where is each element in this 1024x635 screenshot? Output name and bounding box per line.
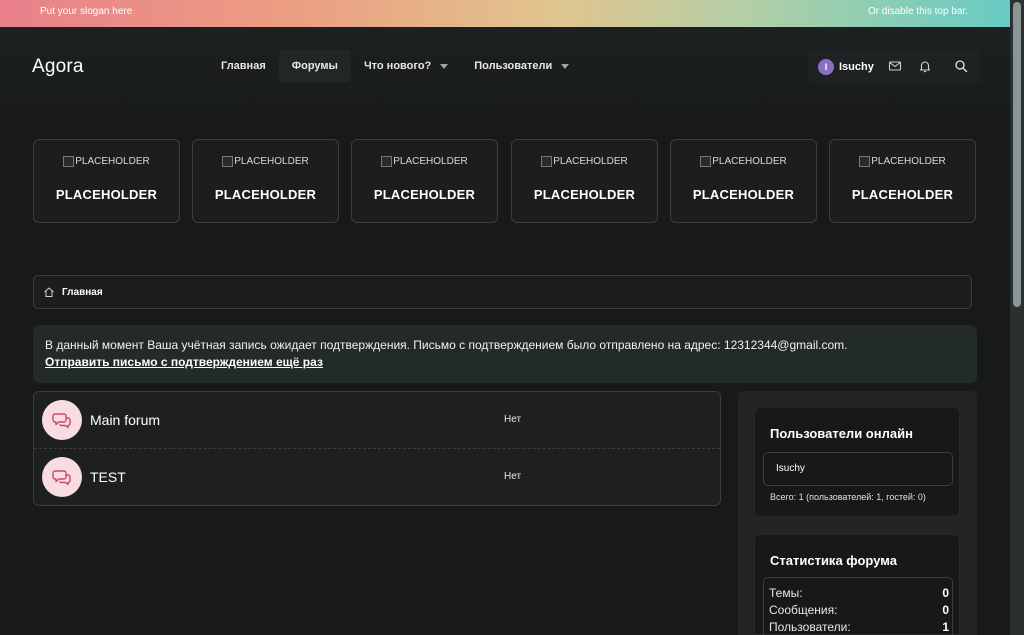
stat-label: Пользователи: <box>769 620 851 634</box>
scrollbar-thumb[interactable] <box>1013 2 1021 307</box>
nav-item-whats-new[interactable]: Что нового? <box>351 50 461 82</box>
stat-label: Темы: <box>769 586 803 600</box>
avatar[interactable]: I <box>818 58 834 75</box>
stat-value: 0 <box>942 586 949 600</box>
forum-list: Main forum Нет TEST Нет <box>33 391 721 506</box>
breadcrumb: Главная <box>33 275 972 309</box>
forum-title-link[interactable]: TEST <box>90 469 126 485</box>
nav-label: Пользователи <box>474 60 553 72</box>
broken-image-icon <box>63 156 75 167</box>
image-alt-text: PLACEHOLDER <box>234 156 309 167</box>
nav-label: Форумы <box>291 60 338 72</box>
chevron-down-icon[interactable] <box>561 63 570 69</box>
image-alt-text: PLACEHOLDER <box>712 156 787 167</box>
broken-image-icon <box>700 156 712 167</box>
broken-image-icon <box>381 156 393 167</box>
resend-confirmation-link[interactable]: Отправить письмо с подтверждением ещё ра… <box>45 354 965 371</box>
stat-row: Темы: 0 <box>769 586 949 600</box>
forum-latest: Нет <box>504 414 522 425</box>
site-header: Agora Главная Форумы Что нового? Пользов… <box>0 27 1010 112</box>
banner-card[interactable]: PLACEHOLDER PLACEHOLDER <box>829 139 976 223</box>
top-bar: Put your slogan here Or disable this top… <box>0 0 1010 27</box>
broken-image: PLACEHOLDER <box>193 156 338 167</box>
banner-card[interactable]: PLACEHOLDER PLACEHOLDER <box>192 139 339 223</box>
broken-image: PLACEHOLDER <box>34 156 179 167</box>
disable-topbar-text: Or disable this top bar. <box>867 6 968 17</box>
stat-label: Сообщения: <box>769 603 838 617</box>
broken-image: PLACEHOLDER <box>352 156 497 167</box>
user-toolbar: I Isuchy <box>808 50 980 83</box>
banner-title: PLACEHOLDER <box>692 187 795 202</box>
stat-value: 0 <box>942 603 949 617</box>
broken-image: PLACEHOLDER <box>671 156 816 167</box>
sidebar: Пользователи онлайн Isuchy Всего: 1 (пол… <box>738 391 977 635</box>
slogan-text: Put your slogan here <box>40 6 133 17</box>
nav-label: Главная <box>221 60 266 72</box>
nav-item-forums[interactable]: Форумы <box>278 50 351 82</box>
image-alt-text: PLACEHOLDER <box>393 156 468 167</box>
breadcrumb-home-link[interactable]: Главная <box>62 287 103 298</box>
chat-bubbles-icon <box>52 470 71 486</box>
forum-stats-block: Статистика форума Темы: 0 Сообщения: 0 П… <box>754 534 960 635</box>
broken-image-icon <box>222 156 234 167</box>
nav-label: Что нового? <box>363 60 432 72</box>
broken-image: PLACEHOLDER <box>512 156 657 167</box>
envelope-icon[interactable] <box>888 59 902 73</box>
forum-row: TEST Нет <box>34 449 720 506</box>
broken-image-icon <box>859 156 871 167</box>
confirmation-notice: В данный момент Ваша учётная запись ожид… <box>33 325 977 383</box>
banner-card[interactable]: PLACEHOLDER PLACEHOLDER <box>511 139 658 223</box>
banner-title: PLACEHOLDER <box>214 187 317 202</box>
site-logo[interactable]: Agora <box>32 56 84 78</box>
stat-row: Сообщения: 0 <box>769 603 949 617</box>
bell-icon[interactable] <box>918 59 932 73</box>
chevron-down-icon[interactable] <box>440 63 449 69</box>
broken-image-icon <box>541 156 553 167</box>
image-alt-text: PLACEHOLDER <box>871 156 946 167</box>
online-users-list: Isuchy <box>763 452 953 486</box>
stat-row: Пользователи: 1 <box>769 620 949 634</box>
image-alt-text: PLACEHOLDER <box>553 156 628 167</box>
forum-latest: Нет <box>504 471 522 482</box>
nav-item-home[interactable]: Главная <box>208 50 279 82</box>
online-total: Всего: 1 (пользователей: 1, гостей: 0) <box>770 492 926 502</box>
online-user-link[interactable]: Isuchy <box>776 463 805 474</box>
nav-item-members[interactable]: Пользователи <box>461 50 582 82</box>
search-icon[interactable] <box>954 59 968 73</box>
main-nav: Главная Форумы Что нового? Пользователи <box>208 49 582 83</box>
forum-title-link[interactable]: Main forum <box>90 412 160 428</box>
home-icon[interactable] <box>43 286 55 298</box>
banner-title: PLACEHOLDER <box>55 187 158 202</box>
banner-card[interactable]: PLACEHOLDER PLACEHOLDER <box>33 139 180 223</box>
block-title: Статистика форума <box>770 553 897 568</box>
block-title: Пользователи онлайн <box>770 426 913 441</box>
banner-card[interactable]: PLACEHOLDER PLACEHOLDER <box>670 139 817 223</box>
account-username[interactable]: Isuchy <box>839 61 874 73</box>
banner-title: PLACEHOLDER <box>851 187 954 202</box>
forum-chat-icon <box>42 400 82 440</box>
forum-chat-icon <box>42 457 82 497</box>
banner-row: PLACEHOLDER PLACEHOLDER PLACEHOLDER PLAC… <box>33 139 976 223</box>
banner-title: PLACEHOLDER <box>373 187 476 202</box>
notice-text: В данный момент Ваша учётная запись ожид… <box>45 338 848 352</box>
online-users-block: Пользователи онлайн Isuchy Всего: 1 (пол… <box>754 407 960 517</box>
stat-value: 1 <box>942 620 949 634</box>
banner-card[interactable]: PLACEHOLDER PLACEHOLDER <box>351 139 498 223</box>
stats-list: Темы: 0 Сообщения: 0 Пользователи: 1 <box>763 577 953 635</box>
forum-row: Main forum Нет <box>34 392 720 449</box>
image-alt-text: PLACEHOLDER <box>75 156 150 167</box>
banner-title: PLACEHOLDER <box>533 187 636 202</box>
broken-image: PLACEHOLDER <box>830 156 975 167</box>
chat-bubbles-icon <box>52 413 71 429</box>
